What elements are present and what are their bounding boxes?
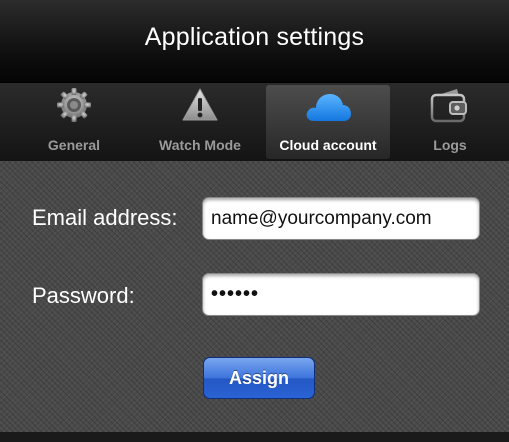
wallet-icon [430,87,468,128]
password-label: Password: [32,283,135,308]
email-label: Email address: [32,205,178,230]
page-title: Application settings [144,22,365,51]
cloud-icon [304,89,352,128]
tab-cloud-account-label: Cloud account [279,137,377,153]
email-field[interactable] [202,197,480,240]
tab-logs-label: Logs [433,137,467,153]
tab-logs[interactable]: Logs [400,85,500,159]
assign-button[interactable]: Assign [203,357,315,399]
settings-form: Email address: Password: Assign [0,161,509,442]
tab-watch-mode[interactable]: Watch Mode [140,85,260,159]
gear-icon [56,87,92,128]
warning-icon [182,87,218,128]
tab-general-label: General [47,137,101,153]
tab-watch-mode-label: Watch Mode [159,137,241,153]
tab-cloud-account[interactable]: Cloud account [266,85,390,159]
title-bar: Application settings [0,0,509,82]
password-field[interactable] [202,273,480,316]
tab-bar: General Watch Mode Cloud account Logs [0,82,509,162]
tab-general[interactable]: General [18,85,130,159]
bottom-divider [0,432,509,442]
